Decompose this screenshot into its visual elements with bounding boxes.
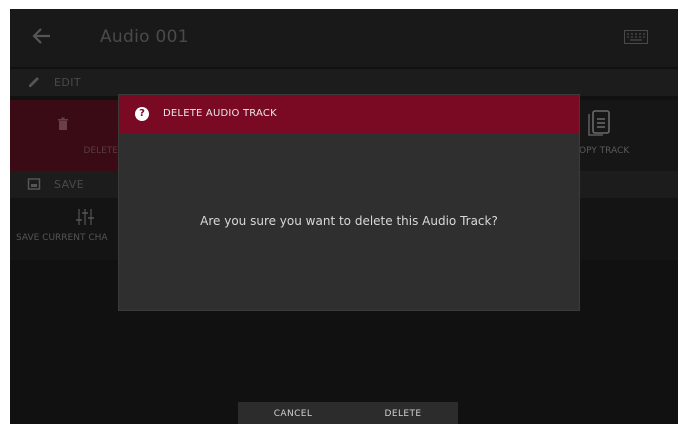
copy-tile-label: OPY TRACK (579, 146, 630, 156)
app-screen: Audio 001 EDIT DELETE OPY TRACK SAVE SAV… (10, 9, 678, 424)
delete-track-tile[interactable]: DELETE (10, 100, 118, 171)
delete-confirm-dialog: ? DELETE AUDIO TRACK Are you sure you wa… (119, 95, 579, 310)
save-section-label: SAVE (54, 178, 85, 191)
cancel-button[interactable]: CANCEL (238, 402, 348, 424)
copy-track-tile[interactable]: OPY TRACK (579, 100, 678, 171)
keyboard-icon[interactable] (624, 30, 648, 44)
save-tile-label: SAVE CURRENT CHA (16, 233, 108, 243)
trash-icon (58, 117, 68, 130)
edit-section-label: EDIT (54, 76, 81, 89)
back-arrow-icon[interactable] (30, 24, 54, 48)
save-icon (27, 178, 41, 190)
delete-button[interactable]: DELETE (348, 402, 458, 424)
page-title: Audio 001 (100, 27, 189, 47)
dialog-header: ? DELETE AUDIO TRACK (119, 95, 579, 133)
edit-section-header: EDIT (10, 69, 678, 96)
header-bar: Audio 001 (10, 9, 678, 67)
question-circle-icon: ? (135, 107, 149, 121)
copy-document-icon (588, 110, 610, 136)
sliders-icon (76, 209, 94, 225)
dialog-message: Are you sure you want to delete this Aud… (200, 214, 498, 228)
pencil-icon (29, 77, 39, 87)
dialog-title: DELETE AUDIO TRACK (163, 108, 277, 119)
delete-tile-label: DELETE (83, 146, 118, 156)
